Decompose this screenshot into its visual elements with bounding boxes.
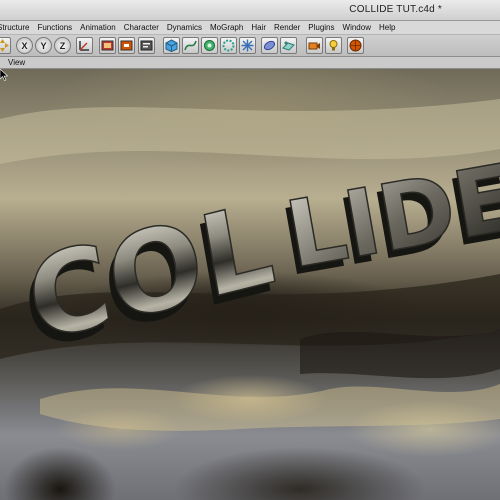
menu-help[interactable]: Help [375,21,399,34]
menu-hair[interactable]: Hair [247,21,270,34]
x-axis-lock-button[interactable]: X [16,37,33,54]
menu-character[interactable]: Character [120,21,163,34]
coordinate-system-icon[interactable] [76,37,93,54]
deformer-icon[interactable] [261,37,278,54]
menu-bar: Structure Functions Animation Character … [0,21,500,35]
viewport-header: View [0,57,500,69]
menu-mograph[interactable]: MoGraph [206,21,247,34]
svg-text:LIDE: LIDE [279,144,500,290]
scene-text-lide: LIDE LIDE [274,143,500,297]
menu-animation[interactable]: Animation [76,21,120,34]
menu-structure[interactable]: Structure [0,21,33,34]
mograph-cloner-icon[interactable] [239,37,256,54]
render-settings-icon[interactable] [138,37,155,54]
menu-dynamics[interactable]: Dynamics [163,21,206,34]
nurbs-icon[interactable] [201,37,218,54]
menu-plugins[interactable]: Plugins [304,21,338,34]
view-menu[interactable]: View [8,58,25,67]
render-region-icon[interactable] [118,37,135,54]
menu-window[interactable]: Window [339,21,375,34]
scene-text-col: COL COL [14,178,283,376]
viewport-3d[interactable]: COL COL LIDE LIDE [0,69,500,500]
render-view-icon[interactable] [99,37,116,54]
menu-functions[interactable]: Functions [33,21,76,34]
title-bar: COLLIDE TUT.c4d * [0,0,500,21]
light-icon[interactable] [325,37,342,54]
toolbar: X Y Z [0,35,500,57]
mouse-pointer-icon [0,69,8,81]
move-tool-icon[interactable] [0,37,11,54]
cube-icon[interactable] [163,37,180,54]
y-axis-lock-button[interactable]: Y [35,37,52,54]
array-icon[interactable] [220,37,237,54]
material-icon[interactable] [347,37,364,54]
camera-icon[interactable] [306,37,323,54]
scene-render: COL COL LIDE LIDE [0,99,500,431]
menu-render[interactable]: Render [270,21,304,34]
window-title: COLLIDE TUT.c4d * [349,4,442,15]
z-axis-lock-button[interactable]: Z [54,37,71,54]
scene-objects-icon[interactable] [280,37,297,54]
spline-pen-icon[interactable] [182,37,199,54]
